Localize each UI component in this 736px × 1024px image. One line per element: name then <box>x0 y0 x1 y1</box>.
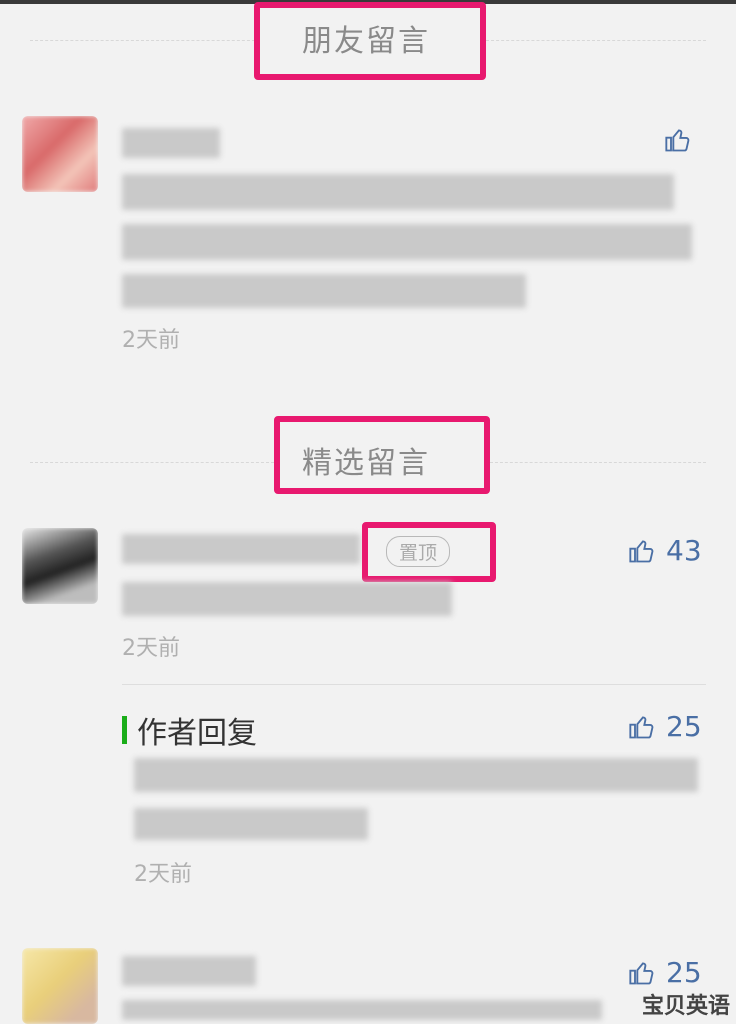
section-divider-left <box>30 462 274 464</box>
avatar[interactable] <box>22 528 98 604</box>
thumbs-up-icon <box>629 539 654 562</box>
reply-text-line <box>134 808 368 840</box>
highlight-box-selected <box>274 416 490 494</box>
comment-time: 2天前 <box>122 636 180 661</box>
like-count: 25 <box>666 710 702 743</box>
reply-separator <box>122 684 706 685</box>
like-count: 25 <box>666 956 702 989</box>
like-button[interactable]: 25 <box>628 710 702 743</box>
reply-text-line <box>134 758 698 792</box>
reply-time: 2天前 <box>134 862 192 887</box>
like-button[interactable]: 43 <box>628 534 702 567</box>
thumbs-up-icon <box>665 129 690 152</box>
reply-accent-bar <box>122 716 127 744</box>
comment-text-line <box>122 582 452 616</box>
comment-time: 2天前 <box>122 328 180 353</box>
section-divider-left <box>30 40 260 42</box>
author-reply-label: 作者回复 <box>137 716 257 751</box>
watermark: 宝贝英语 <box>641 994 730 1019</box>
section-divider-right <box>486 40 706 42</box>
commenter-name <box>122 128 220 158</box>
section-divider-right <box>490 462 706 464</box>
thumbs-up-icon <box>629 961 654 984</box>
author-reply-header: 作者回复 <box>122 708 257 752</box>
comment-text-line <box>122 174 674 210</box>
highlight-box-pinned <box>362 522 496 582</box>
commenter-name <box>122 956 256 986</box>
highlight-box-friends <box>254 2 486 80</box>
comment-text-line <box>122 274 526 308</box>
avatar[interactable] <box>22 948 98 1024</box>
avatar[interactable] <box>22 116 98 192</box>
commenter-name <box>122 534 360 564</box>
comment-text-line <box>122 224 692 260</box>
thumbs-up-icon <box>629 715 654 738</box>
like-button[interactable] <box>664 126 692 154</box>
like-count: 43 <box>666 534 702 567</box>
comment-text-line <box>122 1000 602 1020</box>
like-button[interactable]: 25 <box>628 956 702 989</box>
